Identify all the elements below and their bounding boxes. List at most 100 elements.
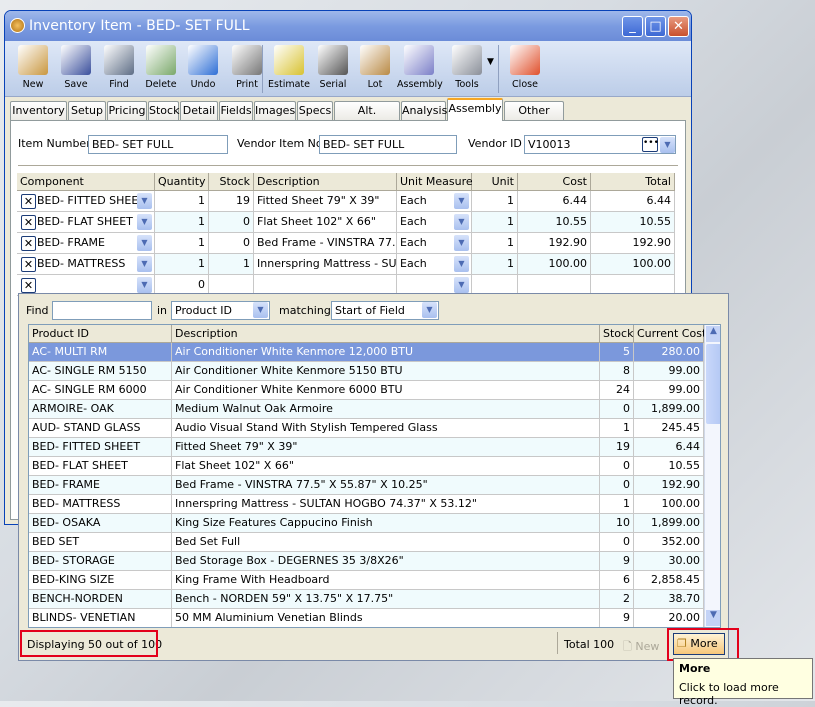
column-header-stock[interactable]: Stock [600,325,634,343]
remove-row-button[interactable]: ✕ [21,215,36,230]
remove-row-button[interactable]: ✕ [21,236,36,251]
toolbar-save-button[interactable]: Save [54,45,98,90]
chevron-down-icon[interactable]: ▼ [137,256,152,272]
tab-analysis[interactable]: Analysis [401,101,447,120]
toolbar-tools-button[interactable]: Tools [445,45,489,90]
component-cell[interactable]: 0 [209,212,254,233]
column-header-current-cost[interactable]: Current Cost [634,325,706,343]
toolbar-delete-button[interactable]: Delete [139,45,183,90]
toolbar-serial-button[interactable]: Serial [311,45,355,90]
new-button[interactable]: 🗋 New [623,638,659,657]
component-cell[interactable]: 10.55 [591,212,675,233]
tools-dropdown-arrow-icon[interactable]: ▼ [487,57,494,67]
component-cell[interactable]: 100.00 [518,254,591,275]
item-number-input[interactable]: BED- SET FULL [88,135,228,154]
scroll-thumb[interactable] [706,344,720,424]
component-cell[interactable]: BED- FRAME [17,233,155,254]
chevron-down-icon[interactable]: ▼ [454,193,469,209]
toolbar-close-button[interactable]: Close [503,45,547,90]
vertical-scrollbar[interactable]: ▲ ▼ [704,325,720,627]
component-cell[interactable]: BED- FLAT SHEET [17,212,155,233]
component-cell[interactable]: Bed Frame - VINSTRA 77.5" X [254,233,397,254]
component-cell[interactable]: 1 [472,212,518,233]
component-cell[interactable]: 1 [472,191,518,212]
chevron-down-icon[interactable]: ▼ [137,277,152,293]
toolbar-lot-button[interactable]: Lot [353,45,397,90]
chevron-down-icon[interactable]: ▼ [137,235,152,251]
scroll-down-icon[interactable]: ▼ [706,610,720,626]
tab-pricing[interactable]: Pricing [107,101,147,120]
toolbar-new-button[interactable]: New [11,45,55,90]
column-header-component[interactable]: Component [17,173,155,191]
maximize-button[interactable]: □ [645,16,666,37]
component-cell[interactable]: Flat Sheet 102" X 66" [254,212,397,233]
column-header-unit[interactable]: Unit [472,173,518,191]
tab-alt-vendors[interactable]: Alt. Vendors [334,101,400,135]
component-cell[interactable]: 0 [209,233,254,254]
toolbar-undo-button[interactable]: Undo [181,45,225,90]
column-header-product-id[interactable]: Product ID [29,325,172,343]
tab-specs[interactable]: Specs [297,101,333,120]
browse-vendor-button[interactable]: ••• [642,137,659,152]
component-cell[interactable]: 1 [472,233,518,254]
chevron-down-icon[interactable]: ▼ [454,256,469,272]
component-cell[interactable]: BED- MATTRESS [17,254,155,275]
chevron-down-icon[interactable]: ▼ [253,302,268,318]
tab-fields[interactable]: Fields [219,101,253,120]
divider [18,165,678,166]
chevron-down-icon[interactable]: ▼ [454,235,469,251]
list-cell: Medium Walnut Oak Armoire [172,400,600,419]
column-header-description[interactable]: Description [172,325,600,343]
tooltip-text: Click to load more record. [679,681,779,707]
component-cell[interactable]: 100.00 [591,254,675,275]
minimize-button[interactable]: _ [622,16,643,37]
tab-inventory[interactable]: Inventory [10,101,67,120]
component-cell[interactable]: 192.90 [518,233,591,254]
column-header-description[interactable]: Description [254,173,397,191]
remove-row-button[interactable]: ✕ [21,257,36,272]
title-bar[interactable]: Inventory Item - BED- SET FULL [5,11,691,41]
tab-stock[interactable]: Stock [148,101,179,120]
toolbar-assembly-button[interactable]: Assembly [397,45,443,90]
scroll-up-icon[interactable]: ▲ [706,326,720,342]
tab-other-cost[interactable]: Other Cost [504,101,564,135]
component-cell[interactable]: 1 [155,254,209,275]
vendor-dropdown-button[interactable]: ▼ [660,137,675,153]
list-cell: 280.00 [634,343,704,362]
chevron-down-icon[interactable]: ▼ [137,193,152,209]
component-cell[interactable]: Fitted Sheet 79" X 39" [254,191,397,212]
remove-row-button[interactable]: ✕ [21,278,36,293]
component-cell[interactable]: 6.44 [518,191,591,212]
column-header-stock[interactable]: Stock [209,173,254,191]
find-input[interactable] [52,301,152,320]
chevron-down-icon[interactable]: ▼ [422,302,437,318]
component-cell[interactable]: Innerspring Mattress - SULTAN [254,254,397,275]
toolbar-estimate-button[interactable]: Estimate [267,45,311,90]
component-cell[interactable]: 1 [155,212,209,233]
column-header-total[interactable]: Total [591,173,675,191]
component-cell[interactable]: 6.44 [591,191,675,212]
component-cell[interactable]: 1 [472,254,518,275]
component-cell[interactable]: 192.90 [591,233,675,254]
list-cell: 245.45 [634,419,704,438]
chevron-down-icon[interactable]: ▼ [454,214,469,230]
close-button[interactable]: ✕ [668,16,689,37]
component-cell[interactable]: 19 [209,191,254,212]
tab-assembly[interactable]: Assembly [447,98,503,121]
tab-images[interactable]: Images [254,101,296,120]
tab-setup[interactable]: Setup [68,101,106,120]
component-cell[interactable]: BED- FITTED SHEET [17,191,155,212]
tab-detail[interactable]: Detail [180,101,218,120]
toolbar-find-button[interactable]: Find [97,45,141,90]
component-cell[interactable]: 1 [155,191,209,212]
remove-row-button[interactable]: ✕ [21,194,36,209]
column-header-quantity[interactable]: Quantity [155,173,209,191]
chevron-down-icon[interactable]: ▼ [137,214,152,230]
chevron-down-icon[interactable]: ▼ [454,277,469,293]
column-header-unit-measure[interactable]: Unit Measure [397,173,473,191]
component-cell[interactable]: 1 [209,254,254,275]
component-cell[interactable]: 1 [155,233,209,254]
column-header-cost[interactable]: Cost [518,173,591,191]
vendor-item-input[interactable]: BED- SET FULL [319,135,457,154]
component-cell[interactable]: 10.55 [518,212,591,233]
